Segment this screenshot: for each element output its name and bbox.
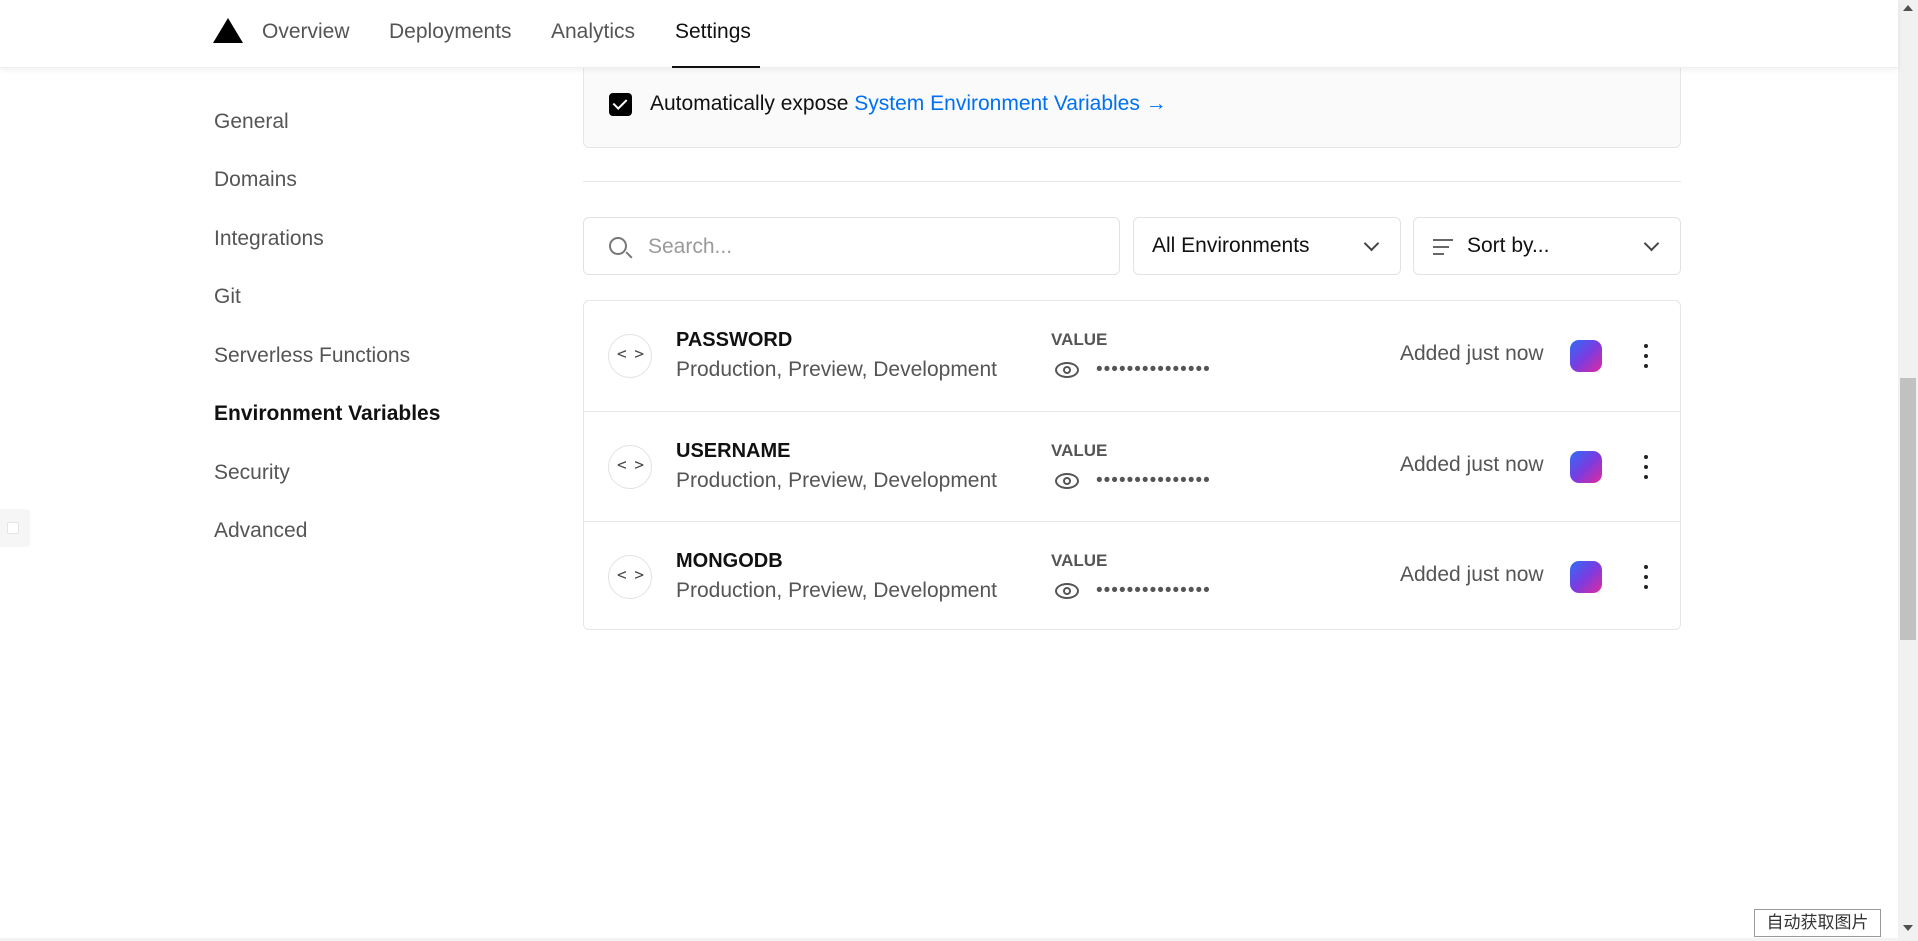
expose-system-env-panel: Automatically expose System Environment … [583, 58, 1681, 148]
env-var-row: < > USERNAME Production, Preview, Develo… [584, 411, 1680, 521]
env-var-name: PASSWORD [676, 329, 793, 351]
expose-text: Automatically expose [650, 92, 855, 115]
env-var-row: < > MONGODB Production, Preview, Develop… [584, 521, 1680, 631]
masked-value: ••••••••••••••• [1096, 580, 1211, 601]
scroll-down-arrow-icon[interactable] [1903, 925, 1913, 931]
env-var-list: < > PASSWORD Production, Preview, Develo… [583, 300, 1681, 630]
value-label: VALUE [1051, 551, 1108, 570]
more-vertical-icon[interactable] [1638, 562, 1654, 592]
added-timestamp: Added just now [1400, 563, 1544, 586]
sidebar-item-general[interactable]: General [214, 110, 289, 134]
expose-checkbox[interactable] [609, 93, 632, 116]
section-divider [583, 181, 1681, 182]
value-label: VALUE [1051, 330, 1108, 349]
scrollbar-thumb[interactable] [1900, 378, 1916, 640]
avatar [1570, 561, 1602, 593]
sidebar-item-git[interactable]: Git [214, 285, 241, 309]
sort-lines-icon [1433, 239, 1453, 255]
expose-label: Automatically expose System Environment … [650, 92, 1167, 116]
tab-deployments[interactable]: Deployments [389, 20, 512, 44]
more-vertical-icon[interactable] [1638, 452, 1654, 482]
more-vertical-icon[interactable] [1638, 341, 1654, 371]
sort-select[interactable]: Sort by... [1413, 217, 1681, 275]
search-box[interactable] [583, 217, 1120, 275]
system-env-vars-link[interactable]: System Environment Variables → [854, 92, 1166, 115]
added-timestamp: Added just now [1400, 453, 1544, 476]
sidebar-item-serverless-functions[interactable]: Serverless Functions [214, 344, 410, 368]
env-var-scope: Production, Preview, Development [676, 358, 997, 381]
code-brackets-icon: < > [608, 334, 652, 378]
top-nav: Overview Deployments Analytics Settings [0, 0, 1898, 68]
sidebar-item-domains[interactable]: Domains [214, 168, 297, 192]
sidebar-item-security[interactable]: Security [214, 461, 290, 485]
env-var-scope: Production, Preview, Development [676, 579, 997, 602]
chevron-down-icon [1363, 235, 1380, 252]
env-var-row: < > PASSWORD Production, Preview, Develo… [584, 301, 1680, 411]
active-tab-indicator [672, 66, 760, 68]
side-panel-handle[interactable] [0, 509, 30, 547]
eye-icon[interactable] [1054, 359, 1080, 381]
sidebar-item-advanced[interactable]: Advanced [214, 519, 307, 543]
tab-settings[interactable]: Settings [675, 20, 751, 44]
code-brackets-icon: < > [608, 555, 652, 599]
code-brackets-icon: < > [608, 445, 652, 489]
environment-select[interactable]: All Environments [1133, 217, 1401, 275]
added-timestamp: Added just now [1400, 342, 1544, 365]
masked-value: ••••••••••••••• [1096, 470, 1211, 491]
chevron-down-icon [1643, 235, 1660, 252]
search-input[interactable] [648, 232, 1088, 262]
tab-analytics[interactable]: Analytics [551, 20, 635, 44]
eye-icon[interactable] [1054, 470, 1080, 492]
triangle-logo-icon[interactable] [213, 18, 243, 43]
environment-select-value: All Environments [1152, 234, 1310, 257]
sort-select-value: Sort by... [1467, 234, 1550, 257]
env-var-name: MONGODB [676, 550, 783, 572]
page-scrollbar[interactable] [1898, 0, 1918, 941]
sidebar-item-integrations[interactable]: Integrations [214, 227, 324, 251]
avatar [1570, 451, 1602, 483]
env-var-name: USERNAME [676, 440, 791, 462]
avatar [1570, 340, 1602, 372]
eye-icon[interactable] [1054, 580, 1080, 602]
env-var-scope: Production, Preview, Development [676, 469, 997, 492]
scroll-up-arrow-icon[interactable] [1903, 5, 1913, 11]
search-icon [609, 237, 627, 255]
tab-overview[interactable]: Overview [262, 20, 350, 44]
auto-fetch-image-button[interactable]: 自动获取图片 [1754, 909, 1881, 937]
sidebar-item-environment-variables[interactable]: Environment Variables [214, 402, 440, 426]
value-label: VALUE [1051, 441, 1108, 460]
masked-value: ••••••••••••••• [1096, 359, 1211, 380]
